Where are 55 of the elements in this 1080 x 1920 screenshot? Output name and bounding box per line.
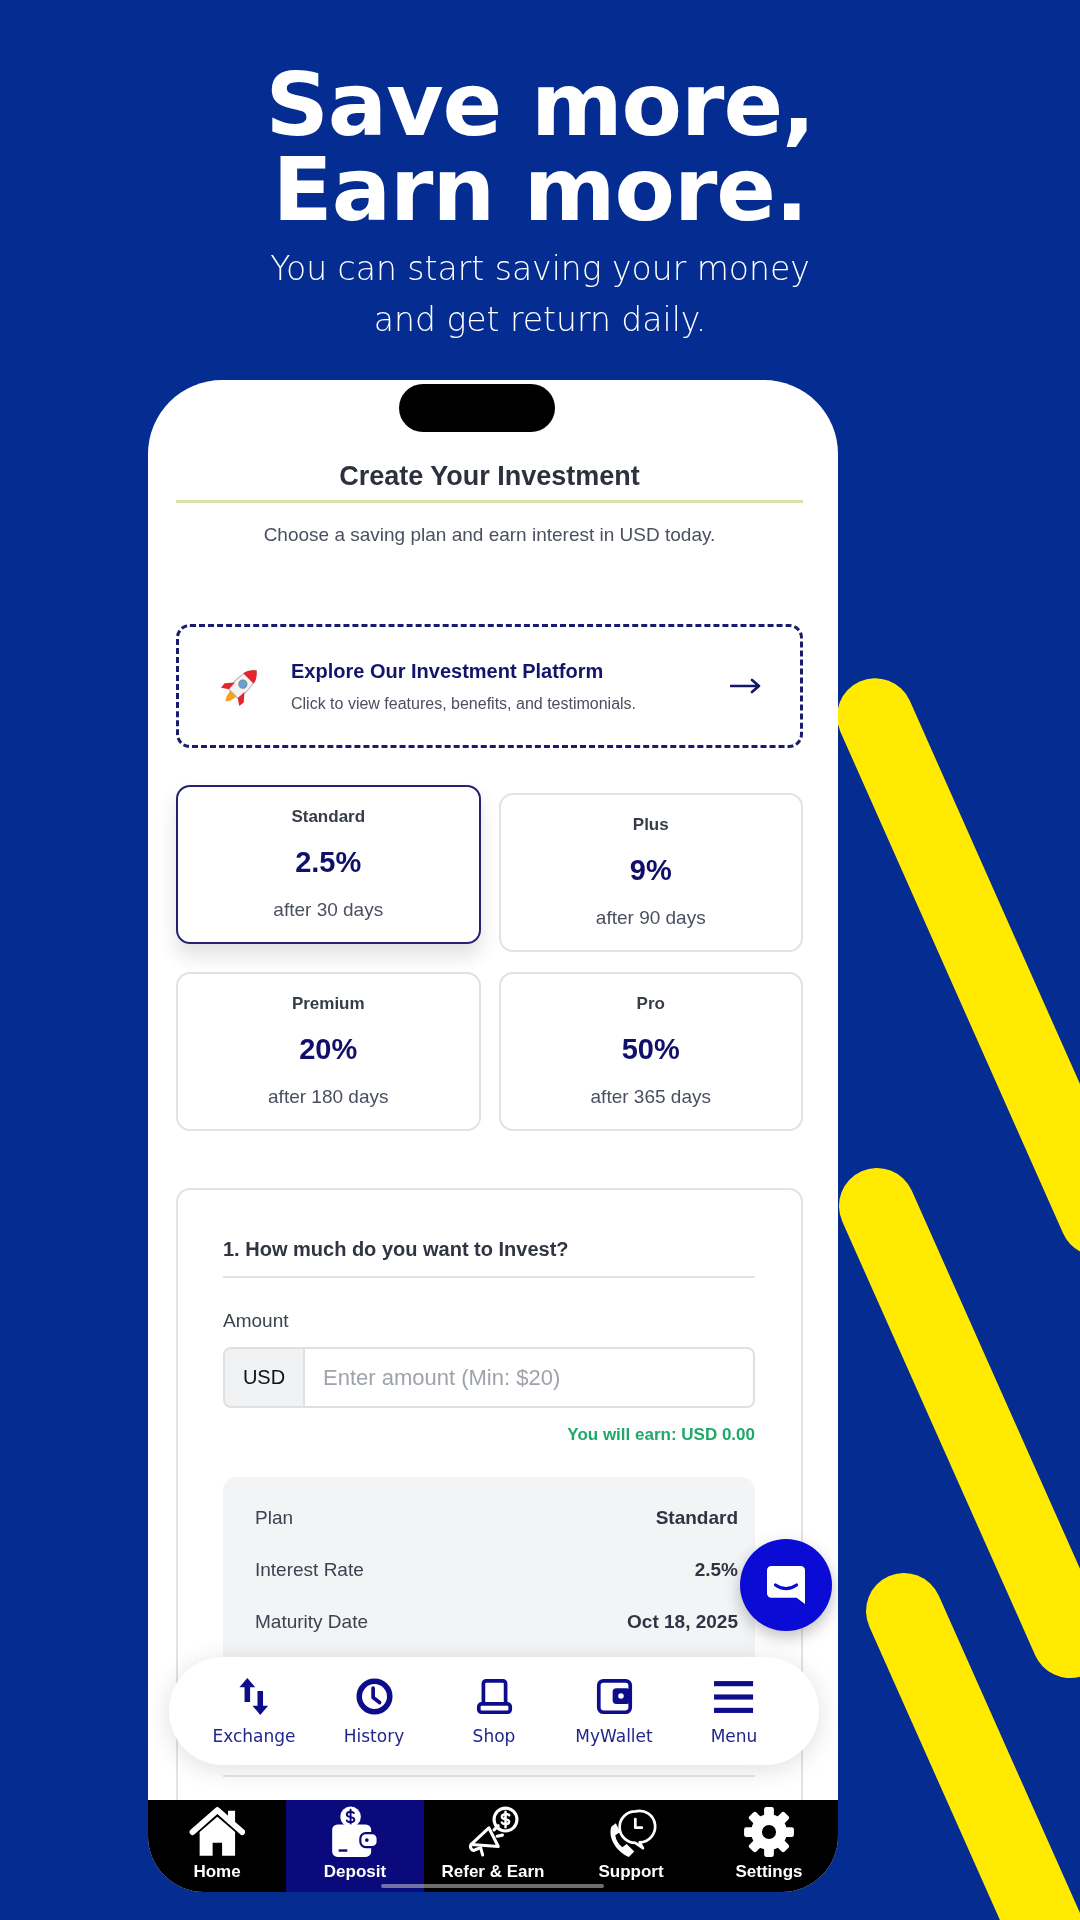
- chat-button[interactable]: [740, 1539, 832, 1631]
- plan-term: after 90 days: [595, 906, 706, 930]
- plan-card[interactable]: Standard 2.5% after 30 days: [176, 785, 481, 944]
- screen-title: Create Your Investment: [338, 460, 641, 492]
- summary-value: Standard: [655, 1506, 738, 1530]
- explore-card[interactable]: Explore Our Investment Platform Click to view features, benefits, and testimonials.: [176, 624, 803, 748]
- plan-term: after 365 days: [590, 1085, 711, 1109]
- summary-label: Plan: [255, 1506, 294, 1530]
- summary-label: Interest Rate: [255, 1558, 364, 1582]
- plan-name: Standard: [291, 806, 366, 828]
- clock-icon: [355, 1678, 393, 1715]
- summary-value: 2.5%: [694, 1558, 738, 1582]
- tab-item[interactable]: Refer & Earn: [424, 1800, 562, 1892]
- menu-icon: [713, 1678, 755, 1715]
- tab-item[interactable]: Home: [148, 1800, 286, 1892]
- headline: Save more, Earn more.: [265, 62, 815, 232]
- plan-term: after 180 days: [268, 1085, 389, 1109]
- earnings-text: You will earn: USD 0.00: [567, 1425, 755, 1445]
- quick-nav-item[interactable]: MyWallet: [554, 1657, 674, 1765]
- summary-label: Maturity Date: [255, 1610, 368, 1634]
- screen-subtitle: Choose a saving plan and earn interest in USD today.: [262, 523, 717, 547]
- plan-rate: 20%: [299, 1032, 358, 1067]
- question-heading: 1. How much do you want to Invest?: [223, 1237, 755, 1278]
- amount-input[interactable]: Enter amount (Min: $20): [305, 1347, 755, 1408]
- summary-value: Oct 18, 2025: [627, 1610, 738, 1634]
- plan-card[interactable]: Pro 50% after 365 days: [498, 972, 803, 1131]
- quick-nav-item[interactable]: Menu: [674, 1657, 794, 1765]
- wallet-icon: [595, 1678, 633, 1715]
- explore-description: Click to view features, benefits, and testimonials.: [291, 693, 638, 714]
- plan-name: Pro: [636, 993, 665, 1015]
- wallet-coin-icon: [330, 1806, 380, 1858]
- plan-name: Premium: [291, 993, 365, 1015]
- plan-rate: 50%: [621, 1032, 680, 1067]
- chat-bubble-icon: [767, 1566, 805, 1604]
- plan-rate: 9%: [629, 853, 672, 888]
- plan-card[interactable]: Premium 20% after 180 days: [176, 972, 481, 1131]
- field-label: Amount: [223, 1309, 290, 1333]
- laptop-icon: [475, 1678, 513, 1715]
- quick-nav-item[interactable]: Shop: [434, 1657, 554, 1765]
- house-icon: [188, 1806, 246, 1858]
- quick-nav-item[interactable]: Exchange: [194, 1657, 314, 1765]
- tab-item[interactable]: Settings: [700, 1800, 838, 1892]
- tab-item[interactable]: Deposit: [286, 1800, 424, 1892]
- quick-nav-item[interactable]: History: [314, 1657, 434, 1765]
- arrow-right-icon: [730, 678, 762, 694]
- plan-rate: 2.5%: [295, 845, 362, 880]
- plan-term: after 30 days: [273, 898, 384, 922]
- settings-icon: [743, 1806, 795, 1858]
- explore-title: Explore Our Investment Platform: [291, 658, 605, 684]
- plan-name: Plus: [632, 814, 669, 836]
- arrows-up-down-icon: [239, 1678, 269, 1715]
- tagline: You can start saving your money and get return daily.: [270, 248, 810, 341]
- tab-item[interactable]: Support: [562, 1800, 700, 1892]
- plan-card[interactable]: Plus 9% after 90 days: [498, 793, 803, 952]
- currency-addon: USD: [223, 1347, 305, 1408]
